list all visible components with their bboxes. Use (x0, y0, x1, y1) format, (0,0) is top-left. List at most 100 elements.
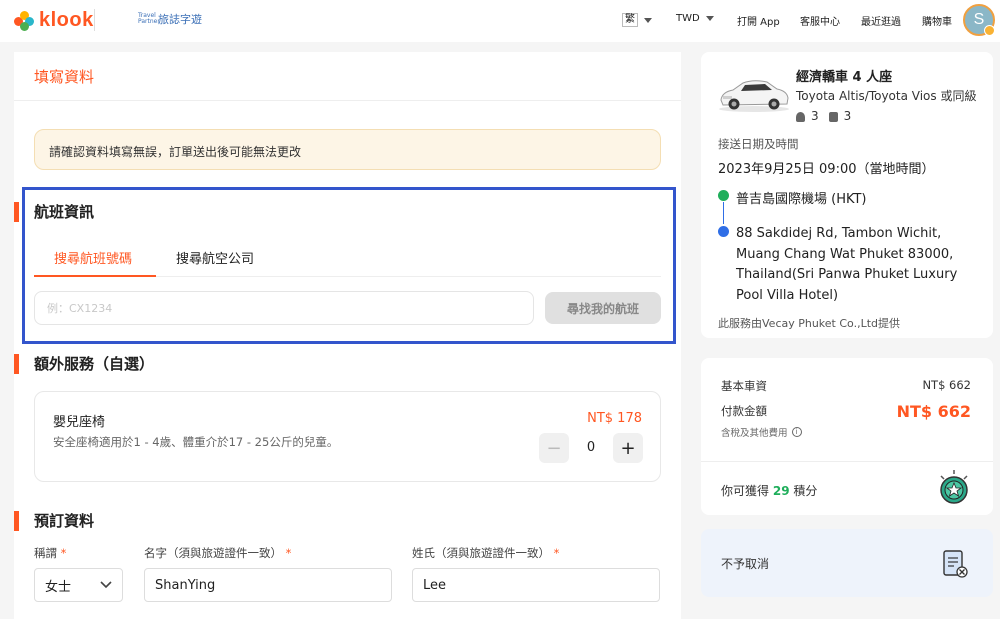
salutation-label-text: 稱謂 (34, 546, 57, 560)
section-accent-bar (14, 202, 19, 222)
currency-label: TWD (676, 13, 700, 24)
child-seat-card: 嬰兒座椅 安全座椅適用於1 - 4歲、體重介於17 - 25公斤的兒童。 NT$… (34, 391, 661, 482)
last-name-label: 姓氏（須與旅遊證件一致） * (412, 545, 559, 561)
chevron-down-icon (705, 16, 714, 21)
extras-section-title: 額外服務（自選） (34, 355, 155, 373)
cancellation-policy-text: 不予取消 (721, 557, 770, 571)
pickup-datetime-value: 2023年9月25日 09:00（當地時間） (718, 162, 935, 177)
section-accent-bar (14, 354, 19, 374)
active-tab-indicator (34, 275, 156, 277)
divider (14, 100, 681, 101)
payment-amount-value: NT$ 662 (896, 402, 971, 421)
quantity-decrease-button[interactable]: − (539, 433, 569, 463)
passenger-count-value: 3 (811, 109, 819, 123)
points-prefix: 你可獲得 (721, 484, 770, 498)
required-mark: * (553, 546, 560, 560)
salutation-select[interactable]: 女士 (34, 568, 123, 602)
klook-logo-icon (14, 10, 34, 31)
route-destination: 88 Sakdidej Rd, Tambon Wichit, Muang Cha… (736, 226, 958, 303)
required-mark: * (60, 546, 67, 560)
payment-amount-label: 付款金額 (721, 404, 767, 418)
points-suffix: 積分 (793, 484, 818, 498)
page-title: 填寫資料 (34, 68, 95, 86)
avatar[interactable]: S (963, 4, 995, 36)
person-icon (796, 111, 805, 122)
booking-form-panel: 填寫資料 請確認資料填寫無誤，訂單送出後可能無法更改 航班資訊 搜尋航班號碼 搜… (14, 52, 681, 619)
last-name-label-text: 姓氏（須與旅遊證件一致） (412, 546, 550, 560)
required-mark: * (285, 546, 292, 560)
base-fare-row: 基本車資 NT$ 662 (721, 378, 971, 394)
pricing-card: 基本車資 NT$ 662 付款金額 NT$ 662 含稅及其他費用 i 你可獲得… (701, 358, 993, 515)
flight-number-input[interactable] (34, 291, 534, 325)
tab-search-airline[interactable]: 搜尋航空公司 (176, 248, 254, 267)
avatar-badge-icon (984, 25, 995, 36)
recently-viewed-label: 最近逛過 (861, 17, 901, 28)
service-description: 安全座椅適用於1 - 4歲、體重介於17 - 25公斤的兒童。 (53, 435, 339, 449)
pickup-datetime-label: 接送日期及時間 (718, 137, 799, 151)
info-icon: i (791, 427, 802, 437)
chevron-down-icon (644, 17, 652, 23)
passenger-count: 3 (796, 109, 819, 123)
support-link[interactable]: 客服中心 (800, 13, 840, 28)
base-fare-label: 基本車資 (721, 379, 767, 393)
first-name-field[interactable]: ShanYing (144, 568, 392, 602)
currency-selector[interactable]: TWD (676, 13, 714, 24)
find-flight-button[interactable]: 尋找我的航班 (545, 292, 661, 324)
luggage-icon (828, 111, 838, 122)
salutation-label: 稱謂 * (34, 545, 66, 561)
car-models: Toyota Altis/Toyota Vios 或同級 (796, 89, 977, 103)
quantity-increase-button[interactable]: + (613, 433, 643, 463)
reward-medal-icon (940, 470, 968, 504)
service-name: 嬰兒座椅 (53, 415, 106, 430)
first-name-label: 名字（須與旅遊證件一致） * (144, 545, 291, 561)
tax-note-text: 含稅及其他費用 (721, 428, 788, 439)
route-line (723, 202, 724, 224)
last-name-value: Lee (423, 577, 447, 593)
language-label: 繁 (622, 13, 638, 27)
service-provider: 此服務由Vecay Phuket Co.,Ltd提供 (718, 317, 900, 330)
tab-search-flight-number[interactable]: 搜尋航班號碼 (54, 248, 132, 267)
logo-text: klook (39, 9, 94, 31)
partner-name: 旅誌字遊 (158, 13, 202, 26)
luggage-count-value: 3 (843, 109, 852, 123)
points-value: 29 (772, 484, 790, 498)
notice-banner: 請確認資料填寫無誤，訂單送出後可能無法更改 (34, 129, 661, 170)
luggage-count: 3 (828, 109, 852, 123)
tax-note[interactable]: 含稅及其他費用 i (721, 425, 802, 439)
open-app-label: 打開 App (737, 17, 780, 28)
flight-section-title: 航班資訊 (34, 203, 95, 221)
chevron-down-icon (100, 581, 112, 589)
partner-mark: Travel Partner (138, 12, 160, 25)
cancellation-policy-card: 不予取消 (701, 529, 993, 597)
section-accent-bar (14, 511, 19, 531)
partner-logo: Travel Partner 旅誌字遊 (138, 11, 202, 27)
language-selector[interactable]: 繁 (622, 13, 652, 27)
route-origin: 普吉島國際機場 (HKT) (736, 192, 867, 207)
booking-section-title: 預訂資料 (34, 512, 95, 530)
top-navigation-bar: klook Travel Partner 旅誌字遊 繁 TWD 打開 App 客… (0, 0, 1000, 42)
car-capacity: 3 3 (796, 109, 851, 123)
salutation-value: 女士 (45, 579, 72, 595)
reward-points: 你可獲得 29 積分 (721, 482, 817, 499)
destination-marker-icon (718, 226, 729, 237)
logo-divider (94, 9, 95, 31)
avatar-initial: S (973, 11, 985, 28)
klook-logo[interactable]: klook (14, 9, 94, 32)
no-refund-document-icon (943, 550, 968, 578)
service-price: NT$ 178 (587, 411, 642, 426)
cart-link[interactable]: 購物車 (922, 13, 952, 28)
first-name-value: ShanYing (155, 577, 216, 593)
trip-summary-card: 經濟轎車 4 人座 Toyota Altis/Toyota Vios 或同級 3… (701, 52, 993, 338)
divider (701, 461, 993, 462)
car-image (719, 80, 789, 112)
first-name-label-text: 名字（須與旅遊證件一致） (144, 546, 282, 560)
origin-marker-icon (718, 190, 729, 201)
support-label: 客服中心 (800, 17, 840, 28)
open-app-link[interactable]: 打開 App (737, 13, 780, 28)
last-name-field[interactable]: Lee (412, 568, 660, 602)
cart-label: 購物車 (922, 17, 952, 28)
car-class-title: 經濟轎車 4 人座 (796, 70, 893, 85)
recently-viewed-link[interactable]: 最近逛過 (861, 13, 901, 28)
quantity-value: 0 (586, 440, 596, 455)
base-fare-value: NT$ 662 (922, 378, 971, 392)
